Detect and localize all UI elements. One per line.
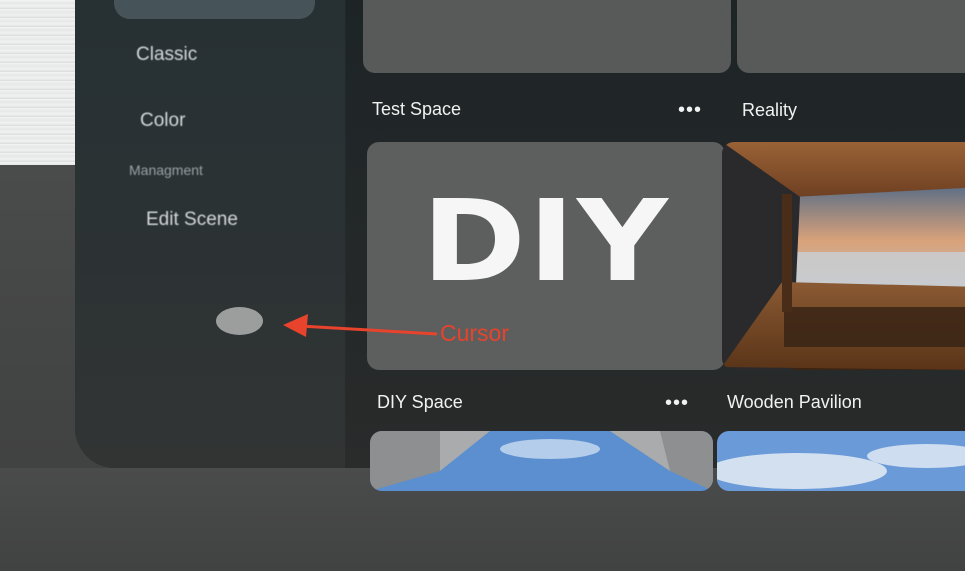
cursor-annotation-arrow	[283, 314, 438, 337]
cursor-annotation-label: Cursor	[440, 320, 510, 346]
